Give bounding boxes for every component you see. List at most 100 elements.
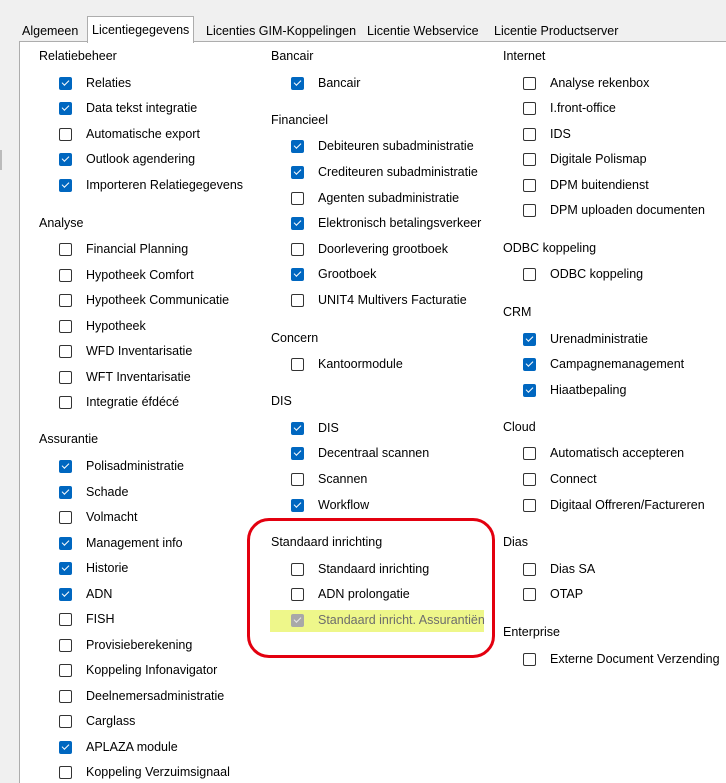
option-ids[interactable]: IDS <box>523 125 571 143</box>
option-polisadministratie[interactable]: Polisadministratie <box>59 457 184 475</box>
option-crediteuren-subadministratie[interactable]: Crediteuren subadministratie <box>291 163 478 181</box>
checkbox-checked[interactable] <box>291 76 304 90</box>
checkbox-checked[interactable] <box>291 498 304 512</box>
option-outlook-agendering[interactable]: Outlook agendering <box>59 150 195 168</box>
option-analyse-rekenbox[interactable]: Analyse rekenbox <box>523 74 649 92</box>
option-relaties[interactable]: Relaties <box>59 74 131 92</box>
checkbox-unchecked[interactable] <box>523 446 536 460</box>
checkbox-checked[interactable] <box>59 152 72 166</box>
checkbox-unchecked[interactable] <box>523 127 536 141</box>
checkbox-unchecked[interactable] <box>523 472 536 486</box>
option-bancair[interactable]: Bancair <box>291 74 360 92</box>
option-volmacht[interactable]: Volmacht <box>59 508 137 526</box>
checkbox-unchecked[interactable] <box>59 612 72 626</box>
checkbox-unchecked[interactable] <box>59 319 72 333</box>
option-scannen[interactable]: Scannen <box>291 470 367 488</box>
option-odbc-koppeling[interactable]: ODBC koppeling <box>523 265 643 283</box>
option-hypotheek[interactable]: Hypotheek <box>59 317 146 335</box>
checkbox-unchecked[interactable] <box>59 293 72 307</box>
checkbox-unchecked[interactable] <box>523 267 536 281</box>
option-dpm-uploaden-documenten[interactable]: DPM uploaden documenten <box>523 201 705 219</box>
option-digitaal-offreren-factureren[interactable]: Digitaal Offreren/Factureren <box>523 496 705 514</box>
checkbox-unchecked[interactable] <box>59 714 72 728</box>
tab-algemeen[interactable]: Algemeen <box>22 22 78 40</box>
checkbox-unchecked[interactable] <box>59 638 72 652</box>
option-workflow[interactable]: Workflow <box>291 496 369 514</box>
checkbox-checked[interactable] <box>523 383 536 397</box>
checkbox-unchecked[interactable] <box>291 191 304 205</box>
checkbox-checked[interactable] <box>523 357 536 371</box>
option-adn[interactable]: ADN <box>59 585 112 603</box>
checkbox-checked[interactable] <box>59 178 72 192</box>
option-schade[interactable]: Schade <box>59 483 128 501</box>
checkbox-unchecked[interactable] <box>59 344 72 358</box>
checkbox-unchecked[interactable] <box>523 76 536 90</box>
option-integratie-efdece[interactable]: Integratie éfdécé <box>59 393 179 411</box>
checkbox-unchecked[interactable] <box>59 242 72 256</box>
option-urenadministratie[interactable]: Urenadministratie <box>523 330 648 348</box>
option-hypotheek-comfort[interactable]: Hypotheek Comfort <box>59 266 194 284</box>
option-grootboek[interactable]: Grootboek <box>291 265 376 283</box>
option-digitale-polismap[interactable]: Digitale Polismap <box>523 150 647 168</box>
option-adn-prolongatie[interactable]: ADN prolongatie <box>291 585 410 603</box>
checkbox-unchecked[interactable] <box>291 242 304 256</box>
checkbox-checked[interactable] <box>291 446 304 460</box>
option-debiteuren-subadministratie[interactable]: Debiteuren subadministratie <box>291 137 474 155</box>
option-koppeling-verzuimsignaal[interactable]: Koppeling Verzuimsignaal <box>59 763 230 781</box>
option-dpm-buitendienst[interactable]: DPM buitendienst <box>523 176 649 194</box>
option-data-tekst-integratie[interactable]: Data tekst integratie <box>59 99 197 117</box>
checkbox-unchecked[interactable] <box>291 472 304 486</box>
checkbox-unchecked[interactable] <box>523 652 536 666</box>
option-wft-inventarisatie[interactable]: WFT Inventarisatie <box>59 368 191 386</box>
checkbox-checked[interactable] <box>59 587 72 601</box>
checkbox-unchecked[interactable] <box>59 268 72 282</box>
option-dias-sa[interactable]: Dias SA <box>523 560 595 578</box>
option-importeren-relatiegegevens[interactable]: Importeren Relatiegegevens <box>59 176 243 194</box>
checkbox-checked[interactable] <box>59 485 72 499</box>
option-agenten-subadministratie[interactable]: Agenten subadministratie <box>291 189 459 207</box>
checkbox-checked[interactable] <box>291 421 304 435</box>
option-deelnemersadministratie[interactable]: Deelnemersadministratie <box>59 687 224 705</box>
checkbox-checked[interactable] <box>291 139 304 153</box>
option-historie[interactable]: Historie <box>59 559 128 577</box>
checkbox-checked[interactable] <box>59 76 72 90</box>
option-automatisch-accepteren[interactable]: Automatisch accepteren <box>523 444 684 462</box>
checkbox-checked[interactable] <box>59 740 72 754</box>
checkbox-checked[interactable] <box>59 459 72 473</box>
checkbox-checked[interactable] <box>291 165 304 179</box>
checkbox-unchecked[interactable] <box>291 562 304 576</box>
checkbox-unchecked[interactable] <box>291 357 304 371</box>
checkbox-unchecked[interactable] <box>291 587 304 601</box>
option-koppeling-infonavigator[interactable]: Koppeling Infonavigator <box>59 661 217 679</box>
tab-licentie-productserver[interactable]: Licentie Productserver <box>494 22 618 40</box>
checkbox-checked[interactable] <box>59 536 72 550</box>
option-otap[interactable]: OTAP <box>523 585 583 603</box>
tab-licentiegegevens[interactable]: Licentiegegevens <box>87 16 195 43</box>
option-aplaza-module[interactable]: APLAZA module <box>59 738 178 756</box>
checkbox-unchecked[interactable] <box>59 127 72 141</box>
tab-licentie-webservice[interactable]: Licentie Webservice <box>367 22 479 40</box>
checkbox-unchecked[interactable] <box>523 203 536 217</box>
checkbox-unchecked[interactable] <box>59 663 72 677</box>
checkbox-checked[interactable] <box>59 561 72 575</box>
option-campagnemanagement[interactable]: Campagnemanagement <box>523 355 684 373</box>
option-decentraal-scannen[interactable]: Decentraal scannen <box>291 444 429 462</box>
checkbox-unchecked[interactable] <box>523 562 536 576</box>
checkbox-unchecked[interactable] <box>59 370 72 384</box>
option-hiaatbepaling[interactable]: Hiaatbepaling <box>523 381 626 399</box>
checkbox-checked[interactable] <box>523 332 536 346</box>
option-wfd-inventarisatie[interactable]: WFD Inventarisatie <box>59 342 192 360</box>
option-dis[interactable]: DIS <box>291 419 339 437</box>
checkbox-unchecked[interactable] <box>523 152 536 166</box>
option-management-info[interactable]: Management info <box>59 534 183 552</box>
option-hypotheek-communicatie[interactable]: Hypotheek Communicatie <box>59 291 229 309</box>
checkbox-unchecked[interactable] <box>523 178 536 192</box>
checkbox-checked[interactable] <box>59 101 72 115</box>
option-carglass[interactable]: Carglass <box>59 712 135 730</box>
checkbox-unchecked[interactable] <box>523 101 536 115</box>
checkbox-unchecked[interactable] <box>523 587 536 601</box>
option-i-front-office[interactable]: I.front-office <box>523 99 616 117</box>
option-externe-document-verzending[interactable]: Externe Document Verzending <box>523 650 720 668</box>
checkbox-unchecked[interactable] <box>523 498 536 512</box>
option-doorlevering-grootboek[interactable]: Doorlevering grootboek <box>291 240 448 258</box>
